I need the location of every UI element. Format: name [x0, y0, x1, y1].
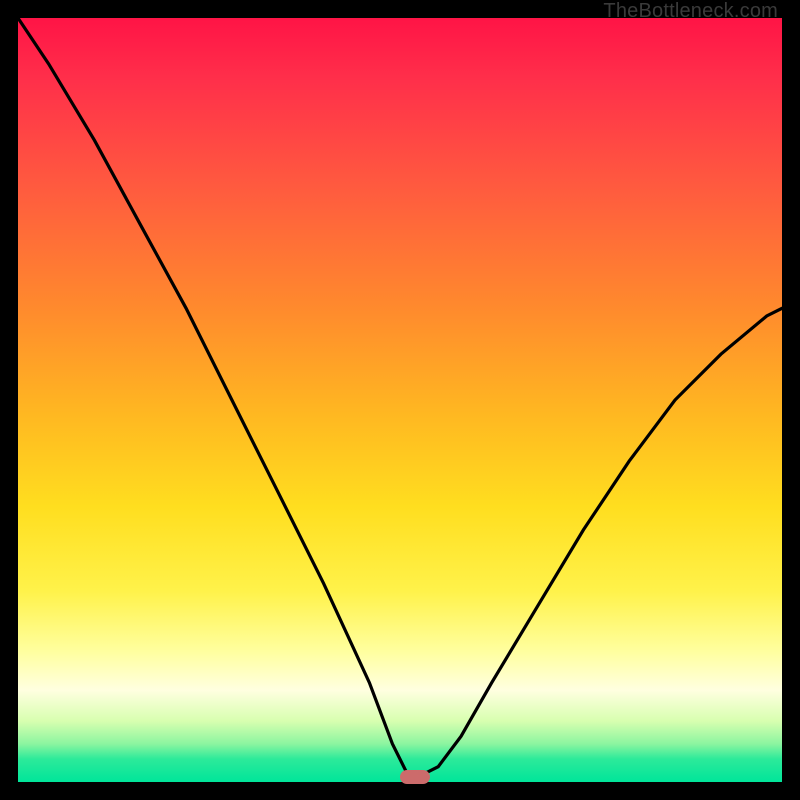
chart-frame: TheBottleneck.com — [0, 0, 800, 800]
optimal-marker — [400, 770, 430, 784]
bottleneck-curve — [18, 18, 782, 782]
plot-area — [18, 18, 782, 782]
curve-path — [18, 18, 782, 774]
